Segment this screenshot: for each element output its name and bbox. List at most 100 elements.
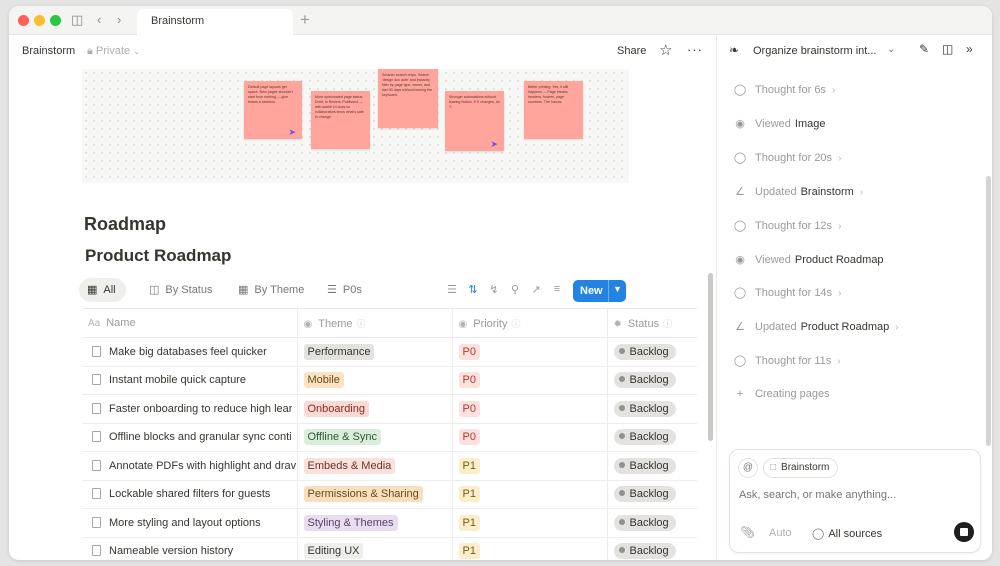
table-row[interactable]: Instant mobile quick capture Mobile P0 Back…	[82, 366, 697, 395]
table-row[interactable]: Lockable shared filters for guests Permis…	[82, 480, 697, 509]
column-header-name[interactable]: Aa Name	[82, 308, 297, 338]
cell-theme[interactable]: Styling & Themes	[296, 508, 452, 538]
cell-theme[interactable]: Performance	[296, 337, 452, 367]
cell-status[interactable]: Backlog	[606, 537, 697, 560]
filter-icon[interactable]: ☰	[445, 283, 459, 296]
scrollbar[interactable]	[986, 176, 991, 446]
sources-selector[interactable]: ◯ All sources	[812, 527, 882, 540]
cell-name[interactable]: Instant mobile quick capture	[82, 366, 297, 395]
database-title[interactable]: Product Roadmap	[85, 246, 231, 266]
cell-name[interactable]: More styling and layout options	[82, 508, 297, 538]
context-chip[interactable]: □ Brainstorm	[763, 458, 839, 478]
more-options-icon[interactable]: ···	[687, 42, 703, 57]
chevron-down-icon[interactable]: ⌄	[887, 44, 895, 55]
activity-item[interactable]: ◯ Thought for 6s ›	[733, 83, 835, 99]
tab-by-theme[interactable]: ▦ By Theme	[230, 278, 314, 302]
activity-item[interactable]: ∠ Updated Product Roadmap ›	[733, 320, 899, 336]
cell-priority[interactable]: P1	[451, 451, 607, 481]
sticky-note[interactable]: Better printing. Yes, it still happens —…	[524, 81, 583, 139]
cell-name[interactable]: Faster onboarding to reduce high lear	[82, 394, 297, 424]
new-button[interactable]: New ▼	[573, 280, 626, 302]
new-chat-icon[interactable]: ✎	[919, 42, 929, 56]
favorite-star-icon[interactable]: ☆	[659, 41, 672, 59]
collapse-panel-icon[interactable]: »	[966, 42, 973, 56]
column-header-status[interactable]: ✹ Status ⓘ	[606, 308, 697, 338]
table-row[interactable]: Make big databases feel quicker Performan…	[82, 337, 697, 367]
cell-name[interactable]: Offline blocks and granular sync conti	[82, 423, 297, 452]
cell-name[interactable]: Nameable version history	[82, 537, 297, 560]
cell-theme[interactable]: Offline & Sync	[296, 423, 452, 452]
sort-icon[interactable]: ⇅	[466, 283, 480, 296]
tab-all[interactable]: ▦ All	[79, 278, 126, 302]
cell-name[interactable]: Annotate PDFs with highlight and drav	[82, 451, 297, 481]
cell-priority[interactable]: P1	[451, 508, 607, 538]
tab-p0s[interactable]: ☰ P0s	[319, 278, 372, 302]
whiteboard-embed[interactable]: Default page layouts get space. New page…	[82, 69, 629, 183]
cell-status[interactable]: Backlog	[606, 337, 697, 367]
cell-status[interactable]: Backlog	[606, 480, 697, 509]
settings-sliders-icon[interactable]: ≡	[550, 283, 564, 295]
cell-theme[interactable]: Mobile	[296, 366, 452, 395]
chevron-right-icon[interactable]: ›	[837, 356, 840, 367]
cell-theme[interactable]: Onboarding	[296, 394, 452, 424]
search-icon[interactable]: ⚲	[508, 283, 522, 296]
new-tab-button[interactable]: +	[300, 10, 310, 30]
table-row[interactable]: Faster onboarding to reduce high lear Onb…	[82, 394, 697, 424]
chevron-right-icon[interactable]: ›	[838, 153, 841, 164]
cell-name[interactable]: Make big databases feel quicker	[82, 337, 297, 367]
chevron-right-icon[interactable]: ›	[838, 288, 841, 299]
cell-theme[interactable]: Permissions & Sharing	[296, 480, 452, 509]
browser-tab[interactable]: Brainstorm	[137, 9, 293, 35]
cell-priority[interactable]: P0	[451, 366, 607, 395]
mention-button[interactable]: @	[738, 458, 758, 478]
cell-status[interactable]: Backlog	[606, 451, 697, 481]
scrollbar[interactable]	[708, 273, 713, 441]
sticky-note[interactable]: Stronger automations without leaving Not…	[445, 91, 504, 151]
cell-priority[interactable]: P0	[451, 337, 607, 367]
close-window-button[interactable]	[18, 15, 29, 26]
cell-theme[interactable]: Editing UX	[296, 537, 452, 560]
chevron-right-icon[interactable]: ›	[832, 85, 835, 96]
chevron-right-icon[interactable]: ›	[895, 322, 898, 333]
share-button[interactable]: Share	[617, 45, 646, 57]
tab-by-status[interactable]: ◫ By Status	[141, 278, 222, 302]
panel-layout-icon[interactable]: ◫	[942, 42, 953, 56]
cell-priority[interactable]: P1	[451, 480, 607, 509]
column-header-theme[interactable]: ◉ Theme ⓘ	[296, 308, 452, 338]
attachment-icon[interactable]: 📎︎	[740, 525, 755, 539]
cell-status[interactable]: Backlog	[606, 508, 697, 538]
sticky-note[interactable]: Default page layouts get space. New page…	[244, 81, 302, 139]
activity-item[interactable]: ◯ Thought for 20s ›	[733, 151, 842, 167]
minimize-window-button[interactable]	[34, 15, 45, 26]
activity-item[interactable]: ∠ Updated Brainstorm ›	[733, 185, 863, 201]
table-row[interactable]: More styling and layout options Styling &…	[82, 508, 697, 538]
expand-icon[interactable]: ↗	[529, 283, 543, 296]
mode-selector[interactable]: Auto	[769, 527, 792, 539]
cell-priority[interactable]: P0	[451, 423, 607, 452]
ai-thread-title[interactable]: Organize brainstorm int...	[753, 45, 877, 57]
cell-name[interactable]: Lockable shared filters for guests	[82, 480, 297, 509]
forward-arrow-icon[interactable]: ›	[117, 11, 121, 29]
cell-status[interactable]: Backlog	[606, 423, 697, 452]
breadcrumb[interactable]: Brainstorm	[22, 45, 75, 57]
zoom-window-button[interactable]	[50, 15, 61, 26]
sticky-note[interactable]: Smarter search chips. Search 'design doc…	[378, 69, 438, 128]
chevron-right-icon[interactable]: ›	[838, 221, 841, 232]
activity-item[interactable]: ◯ Thought for 11s ›	[733, 354, 841, 370]
ai-prompt-input[interactable]	[739, 489, 971, 501]
cell-status[interactable]: Backlog	[606, 394, 697, 424]
sidebar-toggle-icon[interactable]: ◫	[71, 11, 83, 29]
stop-generating-button[interactable]	[954, 522, 974, 542]
cell-priority[interactable]: P1	[451, 537, 607, 560]
cell-status[interactable]: Backlog	[606, 366, 697, 395]
cell-priority[interactable]: P0	[451, 394, 607, 424]
sticky-note[interactable]: More opinionated page status. Draft, In …	[311, 91, 370, 149]
privacy-indicator[interactable]: 🔒︎ Private ⌄	[87, 45, 140, 58]
column-header-priority[interactable]: ◉ Priority ⓘ	[451, 308, 607, 338]
automation-bolt-icon[interactable]: ↯	[487, 283, 501, 296]
table-row[interactable]: Nameable version history Editing UX P1 Back…	[82, 537, 697, 560]
chevron-down-icon[interactable]: ▼	[613, 284, 622, 294]
cell-theme[interactable]: Embeds & Media	[296, 451, 452, 481]
back-arrow-icon[interactable]: ‹	[97, 11, 101, 29]
table-row[interactable]: Offline blocks and granular sync conti Of…	[82, 423, 697, 452]
